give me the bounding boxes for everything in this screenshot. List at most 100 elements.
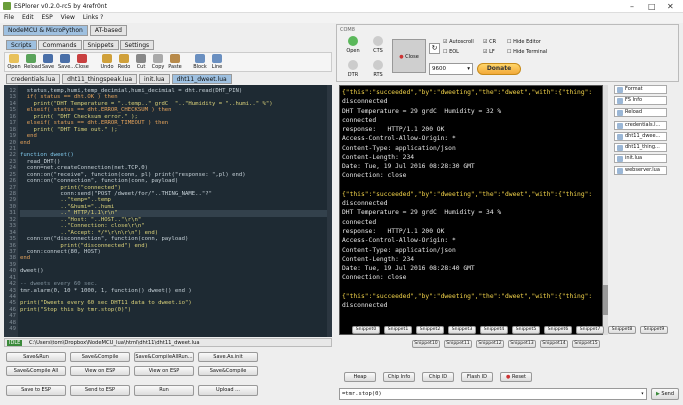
tab-commands[interactable]: Commands	[37, 40, 82, 50]
snippet-button[interactable]: Snippet0	[352, 326, 380, 334]
terminal-line: {"this":"succeeded","by":"dweeting","the…	[342, 89, 593, 96]
terminal-line: DHT Temperature = 29 grdC Humidity = 32 …	[342, 107, 502, 115]
save-run-button[interactable]: Save&Run	[6, 352, 66, 362]
dtr-button[interactable]: DTR	[342, 58, 364, 80]
hide-terminal-option[interactable]: ☐ Hide Terminal	[507, 49, 547, 55]
snippet-button[interactable]: Snippet1	[384, 326, 412, 334]
snippet-button[interactable]: Snippet3	[448, 326, 476, 334]
terminal-scrollbar[interactable]	[603, 85, 608, 335]
donate-button[interactable]: Donate	[477, 63, 521, 75]
snippet-button[interactable]: Snippet8	[608, 326, 636, 334]
flash-id-button[interactable]: Flash ID	[461, 372, 493, 382]
copy-button[interactable]: Copy	[151, 54, 165, 70]
reload-button[interactable]: Reload	[24, 54, 41, 70]
file-list-item[interactable]: dht11_dwee...	[614, 131, 667, 141]
file-list-item[interactable]: Reload	[614, 107, 667, 117]
save-compile-button[interactable]: Save&Compile	[70, 352, 130, 362]
tab-nodemcu[interactable]: NodeMCU & MicroPython	[3, 25, 88, 36]
menu-view[interactable]: View	[61, 14, 75, 21]
save-to-esp-label: Save to ESP	[21, 387, 51, 393]
autoscroll-option[interactable]: ☑ Autoscroll	[443, 39, 474, 45]
close-window-button[interactable]: ✕	[667, 2, 674, 11]
file-list-item[interactable]: webserver.lua	[614, 165, 667, 175]
snippet-button[interactable]: Snippet2	[416, 326, 444, 334]
reset-icon: ●	[506, 374, 511, 380]
snippet-button[interactable]: Snippet4	[480, 326, 508, 334]
menu-file[interactable]: File	[4, 14, 14, 21]
close-file-button[interactable]: Close	[75, 54, 89, 70]
snippet-button[interactable]: Snippet9	[640, 326, 668, 334]
snippet-button[interactable]: Snippet15	[572, 340, 600, 348]
run-button[interactable]: Run	[134, 385, 194, 396]
terminal-line: disconnected	[342, 302, 388, 310]
snippet-button[interactable]: Snippet7	[576, 326, 604, 334]
view-on-esp-button[interactable]: View on ESP	[70, 366, 130, 376]
file-list-item[interactable]: credentials.l...	[614, 120, 667, 130]
file-tab-dht11-dweet[interactable]: dht11_dweet.lua	[171, 74, 232, 84]
view-on-esp-button-2[interactable]: View on ESP	[134, 366, 194, 376]
file-list-item[interactable]: FS Info	[614, 96, 667, 106]
upload-button[interactable]: Upload ...	[198, 385, 258, 396]
menu-links[interactable]: Links ?	[83, 14, 104, 21]
editor-scrollbar[interactable]	[327, 85, 332, 337]
refresh-ports-icon[interactable]: ↻	[429, 43, 440, 54]
save-as-init-button[interactable]: Save.As.init	[198, 352, 258, 362]
tab-at-based[interactable]: AT-based	[89, 25, 127, 36]
file-tab-dht11-thingspeak[interactable]: dht11_thingspeak.lua	[62, 74, 138, 84]
open-button[interactable]: Open	[7, 54, 21, 70]
file-tab-init[interactable]: init.lua	[139, 74, 170, 84]
status-bar: IDLE C:\Users\tom\Dropbox\NodeMCU_lua\ht…	[4, 338, 332, 347]
reset-button[interactable]: ● Reset	[500, 372, 532, 382]
rts-button[interactable]: RTS	[367, 58, 389, 80]
hide-editor-option[interactable]: ☐ Hide Editor	[507, 39, 541, 45]
cut-button[interactable]: Cut	[134, 54, 148, 70]
snippet-button[interactable]: Snippet12	[476, 340, 504, 348]
maximize-button[interactable]: □	[648, 2, 656, 11]
cts-button[interactable]: CTS	[367, 34, 389, 56]
send-line-button[interactable]: Line	[210, 54, 224, 70]
save-compile-all-button[interactable]: Save&Compile All	[6, 366, 66, 376]
file-list-item[interactable]: init.lua	[614, 154, 667, 164]
snippet-button[interactable]: Snippet11	[444, 340, 472, 348]
save-button[interactable]: Save	[41, 54, 55, 70]
file-tab-credentials[interactable]: credentials.lua	[6, 74, 61, 84]
baud-rate-select[interactable]: 9600 ▾	[429, 63, 473, 75]
bottom-actions: Save&Run Save&Compile Save&CompileAllRun…	[6, 352, 330, 400]
code-editor[interactable]: 12 13 14 15 16 17 18 19 20 21 22 23 24 25 26 27 28 29 30 31…	[4, 85, 332, 337]
close-port-button[interactable]: ● Close	[392, 39, 426, 73]
open-port-button[interactable]: Open	[342, 34, 364, 56]
snippet-button[interactable]: Snippet5	[512, 326, 540, 334]
snippet-button[interactable]: Snippet14	[540, 340, 568, 348]
cr-option[interactable]: ☑ CR	[483, 39, 496, 45]
file-list-item[interactable]: Format	[614, 85, 667, 94]
terminal-line: Connection: close	[342, 172, 407, 180]
chip-id-button[interactable]: Chip ID	[422, 372, 454, 382]
heap-button[interactable]: Heap	[344, 372, 376, 382]
snippet-button[interactable]: Snippet13	[508, 340, 536, 348]
terminal-output[interactable]: {"this":"succeeded","by":"dweeting","the…	[339, 85, 603, 335]
save-compile-button-2[interactable]: Save&Compile	[198, 366, 258, 376]
minimize-button[interactable]: –	[630, 2, 634, 11]
send-to-esp-button[interactable]: Send to ESP	[70, 385, 130, 396]
script-tabs: Scripts Commands Snippets Settings	[6, 40, 155, 50]
snippet-button[interactable]: Snippet10	[412, 340, 440, 348]
save-compile-all-run-button[interactable]: Save&CompileAllRun...	[134, 352, 194, 362]
tab-snippets[interactable]: Snippets	[82, 40, 119, 50]
paste-button[interactable]: Paste	[168, 54, 182, 70]
chip-info-button[interactable]: Chip Info	[383, 372, 415, 382]
eol-option[interactable]: ☐ EOL	[443, 49, 459, 55]
undo-button[interactable]: Undo	[100, 54, 114, 70]
tab-settings[interactable]: Settings	[119, 40, 155, 50]
save-as-button[interactable]: Save...	[58, 54, 75, 70]
menu-esp[interactable]: ESP	[42, 14, 53, 21]
save-to-esp-button[interactable]: Save to ESP	[6, 385, 66, 396]
command-input[interactable]: =tmr.stop(0) ▾	[339, 388, 647, 400]
send-command-button[interactable]: ▶ Send	[651, 388, 679, 400]
file-list-item[interactable]: dht11_thing...	[614, 143, 667, 153]
snippet-button[interactable]: Snippet6	[544, 326, 572, 334]
lf-option[interactable]: ☑ LF	[483, 49, 495, 55]
tab-scripts[interactable]: Scripts	[6, 40, 37, 50]
send-block-button[interactable]: Block	[193, 54, 207, 70]
redo-button[interactable]: Redo	[117, 54, 131, 70]
menu-edit[interactable]: Edit	[22, 14, 34, 21]
